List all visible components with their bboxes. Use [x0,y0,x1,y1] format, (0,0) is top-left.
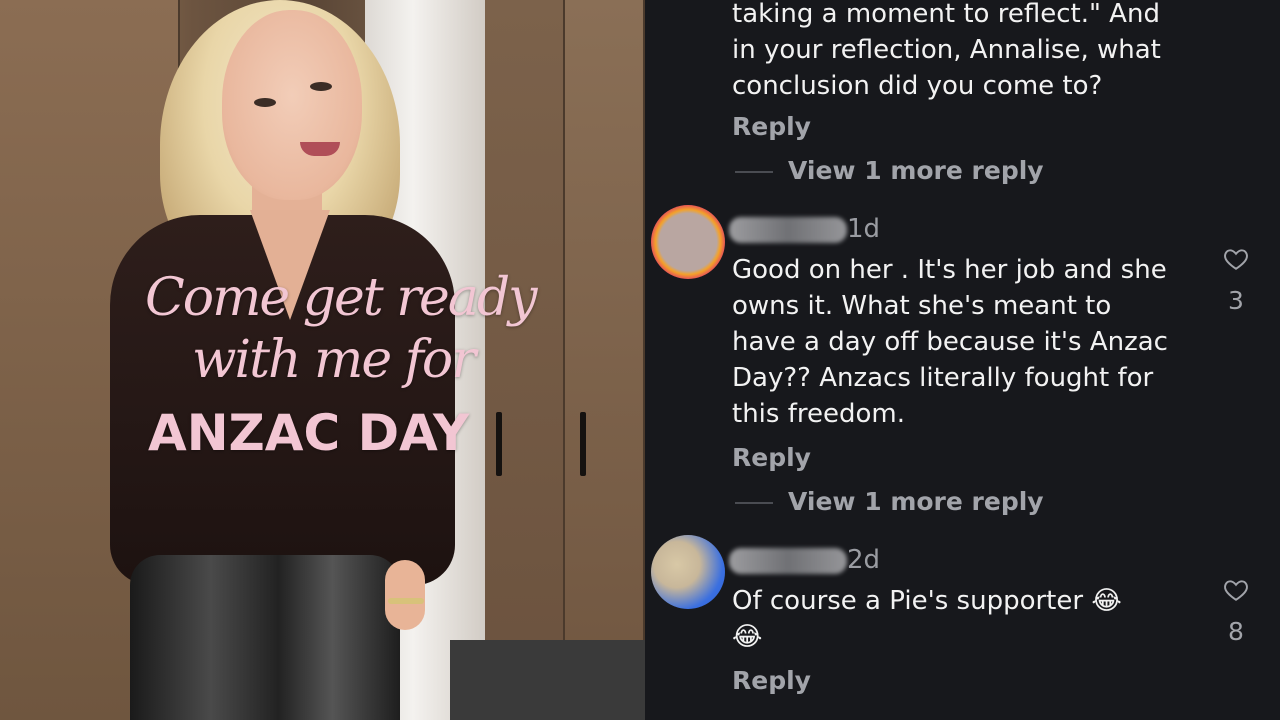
comment-meta: 2d [729,543,880,577]
leather-skirt [130,555,400,720]
eye [254,98,276,107]
comment-line: this freedom. [732,399,905,429]
wardrobe-right-1 [485,0,565,720]
comment-meta: 1d [729,212,880,246]
overlay-title-line2: with me for [192,330,476,390]
reply-button[interactable]: Reply [732,666,811,695]
face [222,10,362,200]
comment-line: have a day off because it's Anzac [732,327,1168,357]
divider [735,171,773,173]
avatar[interactable] [651,535,725,609]
comment-line: in your reflection, Annalise, what [732,35,1161,65]
divider [735,502,773,504]
comment-text: Good on her . It's her job and she owns … [732,252,1202,432]
reply-button[interactable]: Reply [732,112,811,141]
comment-text: Of course a Pie's supporter 😂 😂 [732,583,1202,655]
comment-line: taking a moment to reflect." And [732,0,1160,29]
reply-button[interactable]: Reply [732,443,811,472]
comment-line: Day?? Anzacs literally fought for [732,363,1154,393]
comments-panel[interactable]: taking a moment to reflect." And in your… [645,0,1280,720]
heart-icon[interactable] [1223,577,1249,603]
video-preview[interactable]: Come get ready with me for ANZAC DAY [0,0,645,720]
username-blurred[interactable] [729,216,847,243]
heart-icon[interactable] [1223,246,1249,272]
cabinet-handle [496,412,502,476]
comment-line: conclusion did you come to? [732,71,1103,101]
comment-text: taking a moment to reflect." And in your… [732,0,1202,104]
floor [450,640,645,720]
view-more-replies-button[interactable]: View 1 more reply [788,487,1044,516]
cabinet-handle [580,412,586,476]
view-more-replies-button[interactable]: View 1 more reply [788,156,1044,185]
wardrobe-right-2 [565,0,645,720]
mouth [300,142,340,156]
comment-line: 😂 [732,622,763,652]
avatar[interactable] [651,205,725,279]
username-blurred[interactable] [729,547,847,574]
comment-line: Good on her . It's her job and she [732,255,1167,285]
like-count: 8 [1228,617,1244,646]
overlay-title-line3: ANZAC DAY [148,404,470,462]
comment-age: 2d [847,545,881,575]
comment-line: Of course a Pie's supporter 😂 [732,586,1122,616]
eye [310,82,332,91]
hand [385,560,425,630]
overlay-title-line1: Come get ready [145,268,537,328]
like-count: 3 [1228,286,1244,315]
bracelet [388,598,424,604]
comment-age: 1d [847,214,881,244]
comment-line: owns it. What she's meant to [732,291,1112,321]
